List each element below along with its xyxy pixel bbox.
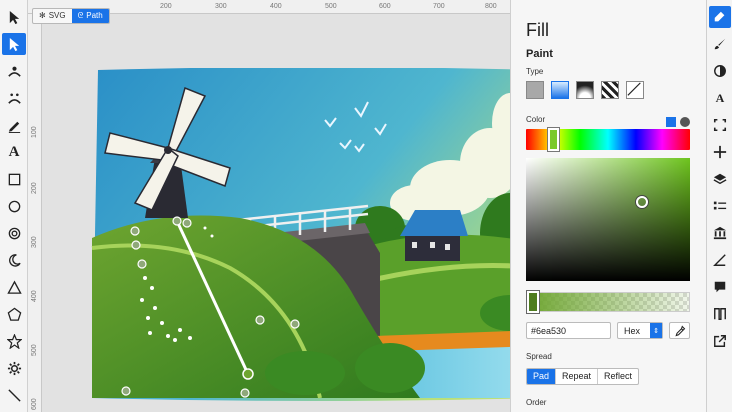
ruler-tick: 600: [31, 398, 38, 410]
ruler-tick: 200: [160, 3, 172, 10]
right-toolbar: A: [706, 0, 732, 412]
ruler-tick: 100: [31, 126, 38, 138]
ruler-tick: 300: [215, 3, 227, 10]
brush-icon[interactable]: [709, 33, 731, 55]
alpha-slider[interactable]: [526, 292, 690, 312]
path-mode-button[interactable]: ᘓ Path: [71, 9, 109, 23]
select-arrows-icon: ⇕: [650, 323, 662, 338]
hex-input[interactable]: [526, 322, 611, 339]
contrast-icon[interactable]: [709, 60, 731, 82]
spread-group: Pad Repeat Reflect: [526, 368, 640, 385]
paint-label: Paint: [526, 48, 553, 60]
pattern-icon[interactable]: [709, 303, 731, 325]
ruler-tick: 200: [31, 182, 38, 194]
star-icon[interactable]: [2, 330, 26, 352]
ruler-left: 100 200 300 400 500 600: [28, 14, 42, 412]
ruler-tick: 400: [31, 290, 38, 302]
crop-icon[interactable]: [709, 114, 731, 136]
no-fill-button[interactable]: [626, 81, 644, 99]
saturation-value-picker[interactable]: [526, 158, 690, 281]
canvas-area[interactable]: [42, 14, 540, 412]
comment-icon[interactable]: [709, 276, 731, 298]
museum-icon[interactable]: [709, 222, 731, 244]
spread-repeat-button[interactable]: Repeat: [556, 369, 599, 384]
order-label: Order: [526, 398, 547, 407]
pattern-fill-button[interactable]: [601, 81, 619, 99]
type-label: Type: [526, 67, 544, 76]
ruler-tick: 800: [485, 3, 497, 10]
ruler-tick: 300: [31, 236, 38, 248]
spread-pad-button[interactable]: Pad: [527, 369, 557, 384]
font-icon[interactable]: A: [709, 87, 731, 109]
angle-icon[interactable]: [709, 249, 731, 271]
radial-gradient-button[interactable]: [576, 81, 594, 99]
rectangle-icon[interactable]: [2, 168, 26, 190]
export-icon[interactable]: [709, 330, 731, 352]
color-circle-swatch[interactable]: [680, 117, 690, 127]
ruler-tick: 600: [379, 3, 391, 10]
color-format-select[interactable]: Hex ⇕: [617, 322, 663, 339]
pencil-icon[interactable]: [2, 114, 26, 136]
path-curve-icon: ᘓ: [77, 11, 84, 20]
asterisk-icon: ✻: [39, 11, 46, 20]
left-toolbar: A: [0, 0, 28, 412]
tweak-icon[interactable]: [2, 60, 26, 82]
crescent-icon[interactable]: [2, 249, 26, 271]
spiral-icon[interactable]: [2, 222, 26, 244]
pointer-icon[interactable]: [2, 6, 26, 28]
line-icon[interactable]: [2, 384, 26, 406]
mode-switch: ✻ SVG ᘓ Path: [32, 8, 110, 24]
list-icon[interactable]: [709, 195, 731, 217]
ruler-tick: 400: [270, 3, 282, 10]
color-label: Color: [526, 115, 546, 124]
fill-icon[interactable]: [709, 6, 731, 28]
ellipse-icon[interactable]: [2, 195, 26, 217]
layers-icon[interactable]: [709, 168, 731, 190]
ruler-tick: 700: [433, 3, 445, 10]
spread-label: Spread: [526, 352, 552, 361]
eyedropper-icon[interactable]: [669, 322, 690, 339]
panel-title: Fill: [526, 20, 549, 40]
gradient-end-handle: [242, 368, 254, 380]
spray-icon[interactable]: [2, 87, 26, 109]
svg-mode-button[interactable]: ✻ SVG: [33, 9, 72, 23]
gear-icon[interactable]: [2, 357, 26, 379]
ruler-tick: 500: [325, 3, 337, 10]
saturation-value-thumb[interactable]: [636, 196, 648, 208]
artboard-illustration[interactable]: [90, 68, 540, 402]
pentagon-icon[interactable]: [2, 303, 26, 325]
hue-slider-thumb[interactable]: [548, 128, 559, 151]
text-icon[interactable]: A: [2, 141, 26, 163]
fill-panel: Fill Paint Type Color Hex ⇕ Spread Pad R…: [510, 0, 706, 412]
linear-gradient-button[interactable]: [551, 81, 569, 99]
alpha-slider-thumb[interactable]: [527, 291, 539, 313]
triangle-icon[interactable]: [2, 276, 26, 298]
flat-fill-button[interactable]: [526, 81, 544, 99]
spread-reflect-button[interactable]: Reflect: [598, 369, 638, 384]
color-square-swatch[interactable]: [666, 117, 676, 127]
move-icon[interactable]: [709, 141, 731, 163]
node-select-icon[interactable]: [2, 33, 26, 55]
ruler-tick: 500: [31, 344, 38, 356]
